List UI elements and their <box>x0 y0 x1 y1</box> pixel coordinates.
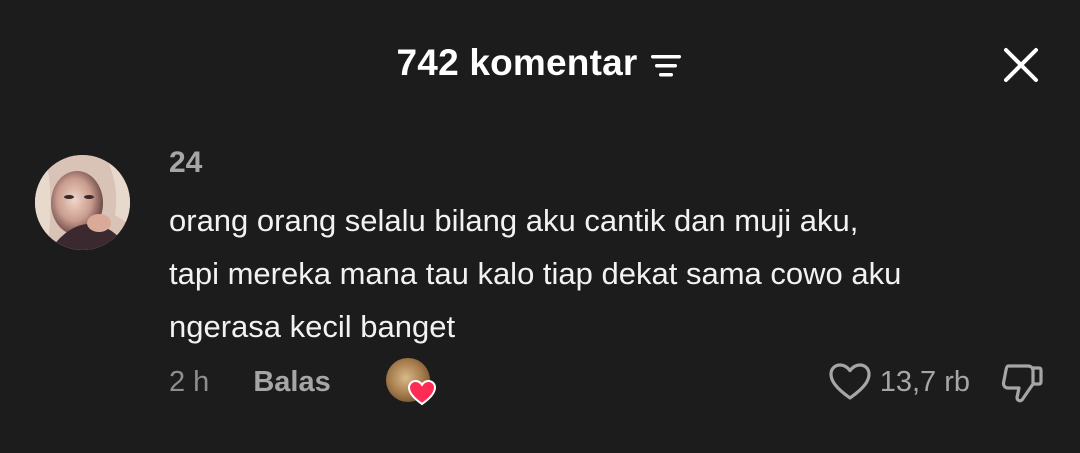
avatar[interactable] <box>35 155 130 250</box>
creator-liked-badge <box>385 358 436 406</box>
comment-username[interactable]: 24 <box>169 146 202 180</box>
close-icon <box>1004 48 1038 82</box>
reply-button[interactable]: Balas <box>253 366 330 399</box>
comment-meta: 2 h Balas <box>169 358 436 406</box>
comments-count-title: 742 komentar <box>396 42 638 83</box>
close-button[interactable] <box>1002 46 1040 84</box>
comments-header: 742 komentar <box>0 0 1080 130</box>
comment-text: orang orang selalu bilang aku cantik dan… <box>169 203 902 344</box>
comment-time: 2 h <box>169 365 210 398</box>
dislike-button[interactable] <box>1000 362 1044 404</box>
header-title-group: 742 komentar <box>0 42 1080 84</box>
sort-lines-icon[interactable] <box>649 51 683 81</box>
heart-outline-icon <box>829 363 871 400</box>
like-count: 13,7 rb <box>879 365 970 398</box>
creator-heart-icon <box>407 379 436 406</box>
comment-item: 24 orang orang selalu bilang aku cantik … <box>0 140 1080 440</box>
like-button[interactable]: 13,7 rb <box>828 360 970 404</box>
thumbs-down-icon <box>1001 364 1043 403</box>
